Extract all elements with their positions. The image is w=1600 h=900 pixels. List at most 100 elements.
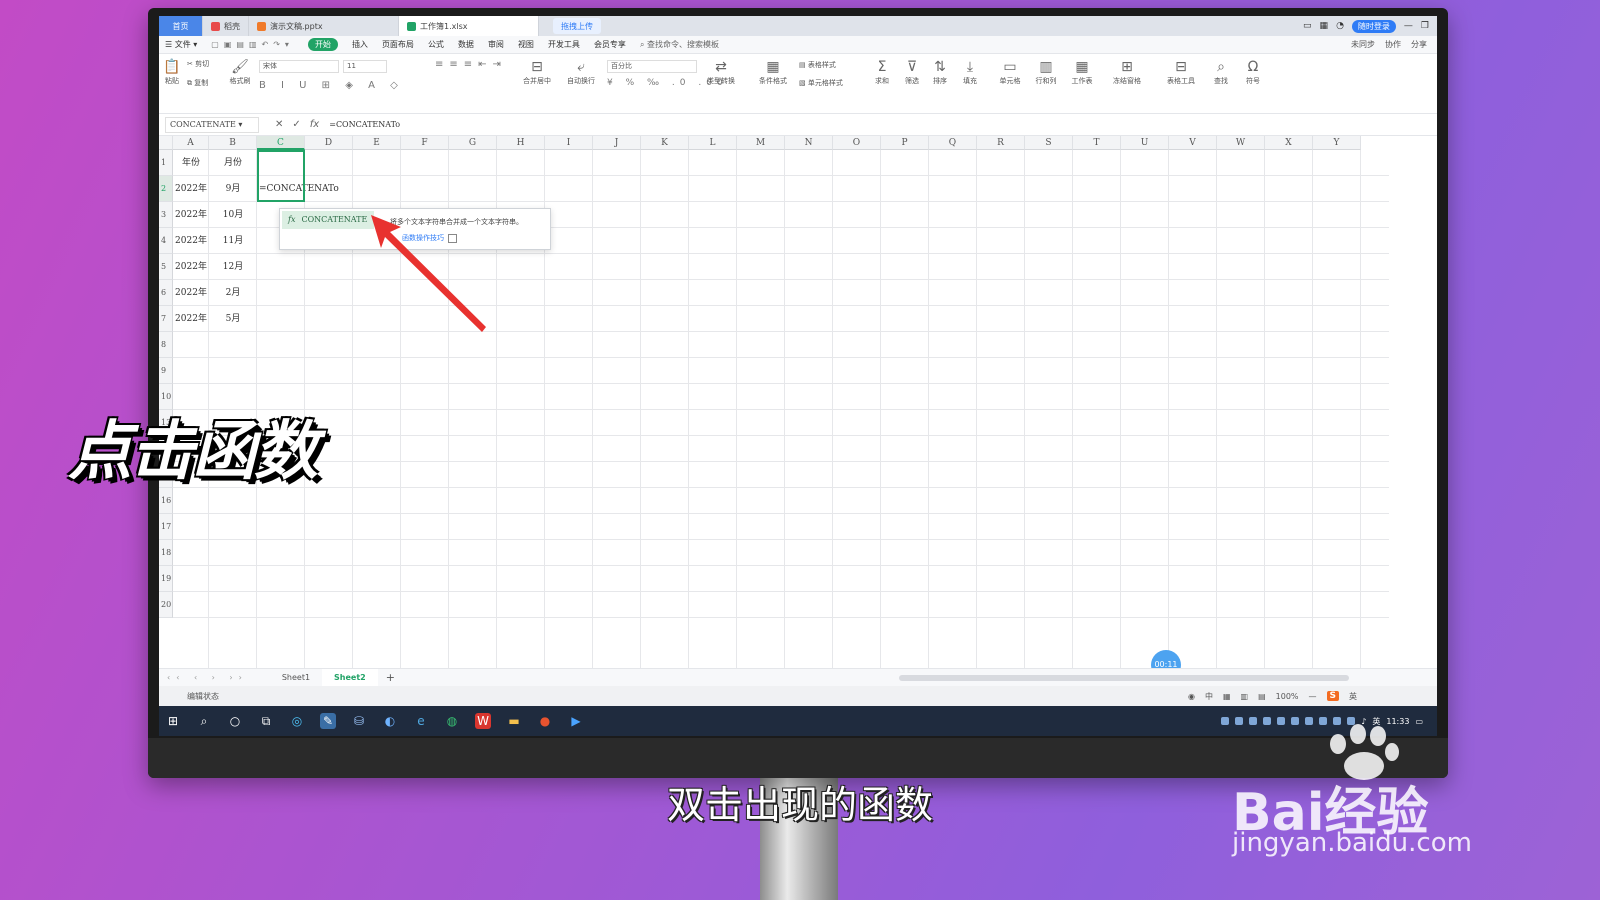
font-format-buttons[interactable]: B I U ⊞ ◈ A ◇	[259, 80, 404, 91]
column-header-w[interactable]: W	[1217, 136, 1265, 150]
column-header-t[interactable]: T	[1073, 136, 1121, 150]
layout-icon[interactable]: ▭	[1303, 21, 1312, 31]
ime-language[interactable]: 英	[1349, 691, 1357, 702]
cell-a3[interactable]: 2022年	[173, 202, 209, 228]
browser-icon[interactable]: ◎	[289, 713, 305, 729]
column-header-v[interactable]: V	[1169, 136, 1217, 150]
column-header-o[interactable]: O	[833, 136, 881, 150]
freeze-panes-button[interactable]: ⊞ 冻结窗格	[1107, 58, 1147, 86]
cell-b1[interactable]: 月份	[209, 150, 257, 176]
apps-icon[interactable]: ▦	[1320, 21, 1329, 31]
tab-docer[interactable]: 稻壳	[203, 16, 249, 36]
conditional-format-button[interactable]: ▦ 条件格式	[755, 58, 791, 86]
network-app-icon[interactable]: ⛁	[351, 713, 367, 729]
menu-start[interactable]: 开始	[307, 38, 338, 51]
task-view-icon[interactable]: ⧉	[258, 713, 274, 729]
skin-icon[interactable]: ◔	[1336, 21, 1344, 31]
filter-button[interactable]: ⊽ 筛选	[901, 58, 923, 86]
ime-center[interactable]: 中	[1205, 691, 1213, 702]
column-header-g[interactable]: G	[449, 136, 497, 150]
cell-a5[interactable]: 2022年	[173, 254, 209, 280]
drag-upload-button[interactable]: 拖拽上传	[553, 18, 601, 34]
column-header-p[interactable]: P	[881, 136, 929, 150]
tab-home[interactable]: 首页	[159, 16, 203, 36]
menu-view[interactable]: 视图	[518, 39, 534, 50]
row-header-19[interactable]: 19	[159, 566, 173, 592]
row-header-8[interactable]: 8	[159, 332, 173, 358]
column-header-b[interactable]: B	[209, 136, 257, 150]
recorder-icon[interactable]: ▶	[568, 713, 584, 729]
column-header-r[interactable]: R	[977, 136, 1025, 150]
table-style-button[interactable]: ▤ 表格样式	[799, 60, 836, 70]
wechat-icon[interactable]: ◍	[444, 713, 460, 729]
name-box[interactable]: CONCATENATE ▾	[165, 116, 259, 133]
zoom-out-icon[interactable]: —	[1309, 692, 1317, 701]
notification-icon[interactable]: ▭	[1415, 717, 1423, 726]
row-header-9[interactable]: 9	[159, 358, 173, 384]
eye-icon[interactable]: ◉	[1188, 692, 1195, 701]
view-normal-icon[interactable]: ▦	[1223, 692, 1231, 701]
column-header-l[interactable]: L	[689, 136, 737, 150]
row-header-5[interactable]: 5	[159, 254, 173, 280]
wrap-text-button[interactable]: ⤶ 自动换行	[563, 58, 599, 86]
cell-b4[interactable]: 11月	[209, 228, 257, 254]
share-button[interactable]: 分享	[1411, 39, 1427, 50]
row-header-4[interactable]: 4	[159, 228, 173, 254]
column-header-c[interactable]: C	[257, 136, 305, 150]
formula-input[interactable]: =CONCATENATo	[329, 120, 400, 129]
column-header-y[interactable]: Y	[1313, 136, 1361, 150]
tab-presentation[interactable]: 演示文稿.pptx	[249, 16, 399, 36]
column-header-a[interactable]: A	[173, 136, 209, 150]
row-header-3[interactable]: 3	[159, 202, 173, 228]
view-page-icon[interactable]: ▤	[1258, 692, 1266, 701]
type-convert-button[interactable]: ⇄ 类型转换	[703, 58, 739, 86]
login-button[interactable]: 随时登录	[1351, 19, 1396, 33]
cell-b3[interactable]: 10月	[209, 202, 257, 228]
cell-b7[interactable]: 5月	[209, 306, 257, 332]
cancel-icon[interactable]: ✕	[275, 119, 283, 130]
paste-button[interactable]: 📋 粘贴	[163, 58, 181, 86]
tray-icon[interactable]	[1291, 717, 1300, 725]
minimize-icon[interactable]: —	[1404, 21, 1413, 31]
tray-icon[interactable]	[1221, 717, 1230, 725]
sum-button[interactable]: Σ 求和	[871, 58, 893, 86]
function-tips-link[interactable]: 函数操作技巧	[402, 233, 457, 243]
cell-b6[interactable]: 2月	[209, 280, 257, 306]
cortana-icon[interactable]: ○	[227, 713, 243, 729]
zoom-level[interactable]: 100%	[1276, 692, 1299, 701]
sogou-ime-icon[interactable]: S	[1326, 691, 1339, 701]
confirm-icon[interactable]: ✓	[292, 119, 300, 130]
cell-a4[interactable]: 2022年	[173, 228, 209, 254]
cell-a7[interactable]: 2022年	[173, 306, 209, 332]
cell-a6[interactable]: 2022年	[173, 280, 209, 306]
number-format-select[interactable]: 百分比	[607, 60, 697, 73]
tab-workbook[interactable]: 工作簿1.xlsx	[399, 16, 539, 36]
column-header-d[interactable]: D	[305, 136, 353, 150]
column-header-k[interactable]: K	[641, 136, 689, 150]
merge-center-button[interactable]: ⊟ 合并居中	[519, 58, 555, 86]
row-header-1[interactable]: 1	[159, 150, 173, 176]
select-all-corner[interactable]	[159, 136, 173, 150]
fill-button[interactable]: ⤓ 填充	[959, 58, 981, 86]
wps-icon[interactable]: W	[475, 713, 491, 729]
autocomplete-item-concatenate[interactable]: fx CONCATENATE	[282, 211, 374, 229]
cell-button[interactable]: ▭ 单元格	[995, 58, 1025, 86]
cell-a2[interactable]: 2022年	[173, 176, 209, 202]
column-header-x[interactable]: X	[1265, 136, 1313, 150]
edge-icon[interactable]: e	[413, 713, 429, 729]
row-column-button[interactable]: ▥ 行和列	[1031, 58, 1061, 86]
search-icon[interactable]: ⌕	[196, 713, 212, 729]
copy-button[interactable]: ⧉ 复制	[187, 78, 208, 88]
column-header-m[interactable]: M	[737, 136, 785, 150]
tray-icon[interactable]	[1235, 717, 1244, 725]
insert-function-button[interactable]: fx	[310, 119, 319, 130]
view-layout-icon[interactable]: ▥	[1241, 692, 1249, 701]
worksheet-button[interactable]: ▦ 工作表	[1067, 58, 1097, 86]
font-size-select[interactable]: 11	[343, 60, 387, 73]
column-header-j[interactable]: J	[593, 136, 641, 150]
column-header-e[interactable]: E	[353, 136, 401, 150]
row-header-17[interactable]: 17	[159, 514, 173, 540]
cell-b5[interactable]: 12月	[209, 254, 257, 280]
sync-button[interactable]: 未同步	[1351, 39, 1375, 50]
row-header-18[interactable]: 18	[159, 540, 173, 566]
